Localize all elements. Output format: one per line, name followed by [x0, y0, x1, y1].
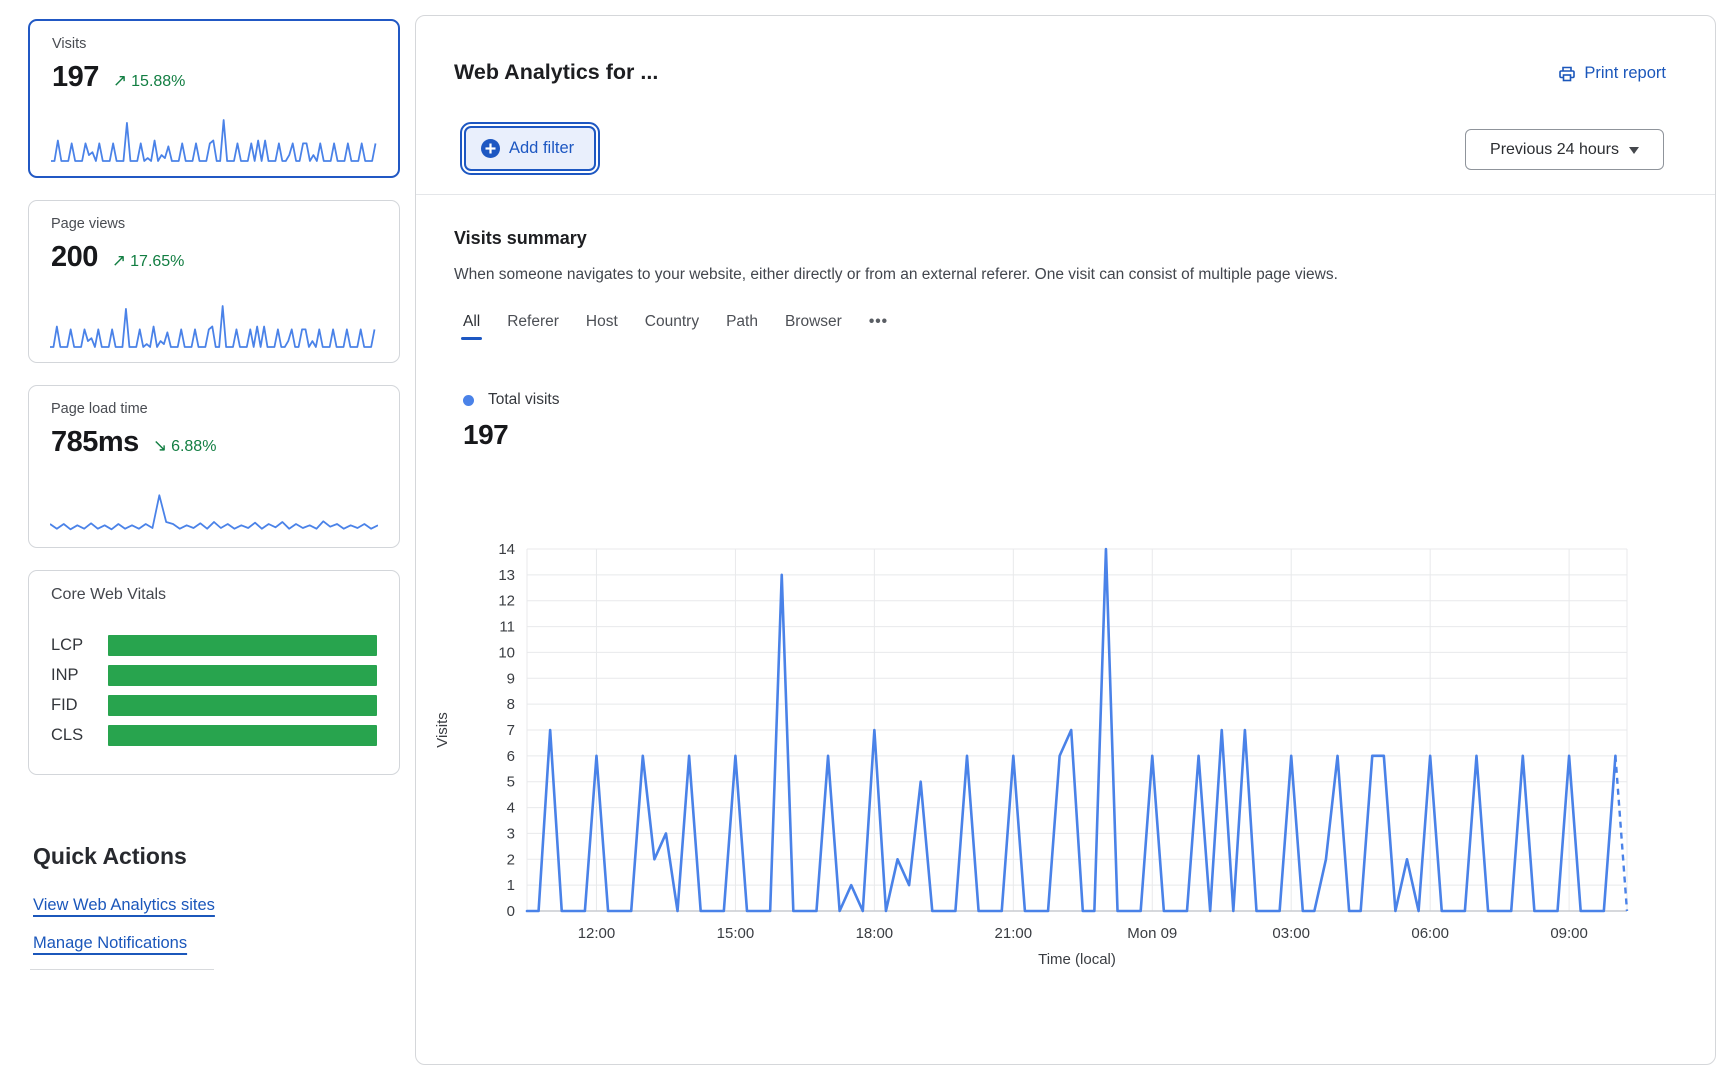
tab-host[interactable]: Host	[586, 313, 618, 340]
vital-row-inp: INP	[51, 665, 377, 686]
svg-text:Time (local): Time (local)	[1038, 951, 1116, 968]
vital-label: LCP	[51, 636, 108, 655]
svg-text:18:00: 18:00	[856, 925, 894, 942]
card-title: Core Web Vitals	[51, 586, 377, 604]
trend-up-icon: ↗	[112, 251, 126, 270]
svg-text:6: 6	[507, 748, 515, 765]
visits-trend: ↗15.88%	[113, 71, 186, 91]
time-range-dropdown[interactable]: Previous 24 hours	[1465, 129, 1664, 170]
svg-text:5: 5	[507, 774, 515, 791]
card-page-views[interactable]: Page views 200 ↗17.65%	[28, 200, 400, 363]
vital-row-cls: CLS	[51, 725, 377, 746]
card-title: Page load time	[51, 401, 377, 417]
vital-label: FID	[51, 696, 108, 715]
printer-icon	[1558, 65, 1576, 83]
card-visits[interactable]: Visits 197 ↗15.88%	[28, 19, 400, 178]
card-title: Page views	[51, 216, 377, 232]
page-title: Web Analytics for ...	[454, 60, 658, 85]
legend-label: Total visits	[488, 391, 560, 409]
svg-text:3: 3	[507, 825, 515, 842]
plus-circle-icon	[481, 139, 500, 158]
page-views-trend: ↗17.65%	[112, 251, 185, 271]
svg-text:15:00: 15:00	[717, 925, 755, 942]
vital-row-lcp: LCP	[51, 635, 377, 656]
divider	[416, 194, 1715, 195]
chart-legend: Total visits	[463, 391, 560, 409]
main-panel: Web Analytics for ... Print report Add f…	[415, 15, 1716, 1065]
svg-text:14: 14	[498, 541, 515, 558]
svg-text:12: 12	[498, 593, 515, 610]
page-load-value: 785ms	[51, 426, 139, 459]
vital-bar	[108, 665, 377, 686]
total-visits-value: 197	[463, 419, 508, 451]
svg-text:7: 7	[507, 722, 515, 739]
legend-dot-icon	[463, 395, 474, 406]
tab-referer[interactable]: Referer	[507, 313, 559, 340]
page-load-sparkline	[50, 488, 378, 534]
tab-all[interactable]: All	[463, 313, 480, 340]
trend-down-icon: ↘	[153, 436, 167, 455]
svg-text:13: 13	[498, 567, 515, 584]
svg-text:2: 2	[507, 851, 515, 868]
svg-text:8: 8	[507, 696, 515, 713]
svg-text:06:00: 06:00	[1411, 925, 1449, 942]
svg-text:4: 4	[507, 800, 515, 817]
visits-value: 197	[52, 61, 99, 94]
svg-text:10: 10	[498, 644, 515, 661]
tab-path[interactable]: Path	[726, 313, 758, 340]
tab-country[interactable]: Country	[645, 313, 699, 340]
card-page-load-time[interactable]: Page load time 785ms ↘6.88%	[28, 385, 400, 548]
add-filter-button[interactable]: Add filter	[464, 126, 596, 171]
print-report-button[interactable]: Print report	[1558, 64, 1666, 83]
vital-bar	[108, 635, 377, 656]
svg-text:0: 0	[507, 903, 515, 920]
svg-text:Mon 09: Mon 09	[1127, 925, 1177, 942]
svg-text:1: 1	[507, 877, 515, 894]
visits-sparkline	[51, 117, 379, 163]
page-views-sparkline	[50, 303, 378, 349]
card-title: Visits	[52, 36, 376, 52]
summary-tabs: All Referer Host Country Path Browser •••	[463, 313, 888, 340]
vital-label: INP	[51, 666, 108, 685]
visits-summary-description: When someone navigates to your website, …	[454, 266, 1338, 284]
vital-label: CLS	[51, 726, 108, 745]
svg-text:12:00: 12:00	[578, 925, 616, 942]
manage-notifications-link[interactable]: Manage Notifications	[33, 934, 187, 953]
svg-text:Visits: Visits	[434, 712, 451, 748]
trend-up-icon: ↗	[113, 71, 127, 90]
svg-text:9: 9	[507, 670, 515, 687]
vital-bar	[108, 695, 377, 716]
tab-browser[interactable]: Browser	[785, 313, 842, 340]
svg-text:11: 11	[499, 619, 515, 636]
page-load-trend: ↘6.88%	[153, 436, 217, 456]
card-core-web-vitals[interactable]: Core Web Vitals LCP INP FID CLS	[28, 570, 400, 775]
core-web-vitals-rows: LCP INP FID CLS	[51, 635, 377, 746]
quick-actions-title: Quick Actions	[33, 843, 187, 870]
vital-row-fid: FID	[51, 695, 377, 716]
page-views-value: 200	[51, 241, 98, 274]
tab-more[interactable]: •••	[869, 313, 888, 340]
chevron-down-icon	[1629, 147, 1639, 154]
visits-summary-title: Visits summary	[454, 228, 587, 249]
view-web-analytics-sites-link[interactable]: View Web Analytics sites	[33, 896, 215, 915]
visits-line-chart[interactable]: 0123456789101112131412:0015:0018:0021:00…	[416, 521, 1714, 986]
vital-bar	[108, 725, 377, 746]
svg-text:21:00: 21:00	[995, 925, 1033, 942]
svg-text:03:00: 03:00	[1272, 925, 1310, 942]
divider	[30, 969, 214, 970]
svg-text:09:00: 09:00	[1550, 925, 1588, 942]
